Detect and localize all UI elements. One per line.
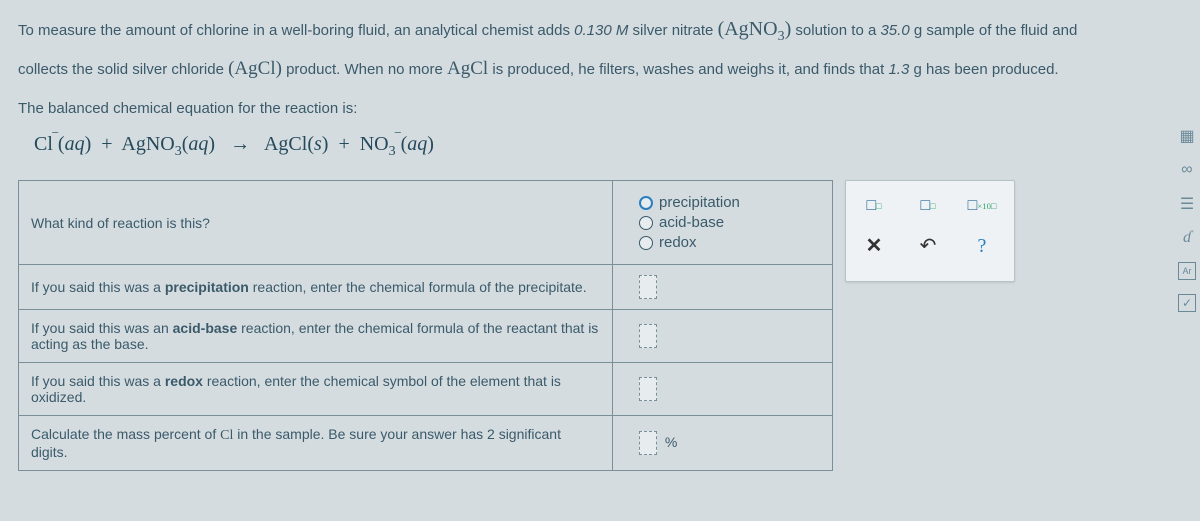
subscript-button[interactable]: □□ bbox=[910, 191, 946, 221]
question-cell: If you said this was a precipitation rea… bbox=[19, 265, 613, 310]
text: To measure the amount of chlorine in a w… bbox=[18, 22, 574, 39]
infinity-icon[interactable]: ∞ bbox=[1177, 160, 1197, 180]
table-row: If you said this was a redox reaction, e… bbox=[19, 363, 833, 416]
symbol-palette: □□ □□ □×10□ ✕ ↶ ? bbox=[845, 180, 1015, 282]
superscript-button[interactable]: □□ bbox=[856, 191, 892, 221]
radio-icon bbox=[639, 196, 653, 210]
table-row: If you said this was a precipitation rea… bbox=[19, 265, 833, 310]
radio-label: acid-base bbox=[659, 214, 724, 231]
answer-cell: precipitation acid-base redox bbox=[613, 181, 833, 265]
answer-cell bbox=[613, 363, 833, 416]
radio-label: precipitation bbox=[659, 194, 740, 211]
formula-input[interactable] bbox=[639, 324, 657, 348]
percent-unit: % bbox=[665, 434, 677, 450]
table-row: If you said this was an acid-base reacti… bbox=[19, 310, 833, 363]
chemical-equation: Cl− (aq) + AgNO3(aq) → AgCl(s) + NO3− (a… bbox=[18, 123, 1182, 178]
table-row: Calculate the mass percent of Cl in the … bbox=[19, 416, 833, 471]
answer-cell bbox=[613, 310, 833, 363]
clear-button[interactable]: ✕ bbox=[856, 231, 892, 261]
agcl-plain: AgCl bbox=[447, 58, 488, 79]
agcl-formula: (AgCl) bbox=[228, 58, 282, 79]
sample-mass: 35.0 bbox=[880, 22, 909, 39]
radio-icon bbox=[639, 236, 653, 250]
table-row: What kind of reaction is this? precipita… bbox=[19, 181, 833, 265]
text: solution to a bbox=[795, 22, 880, 39]
radio-label: redox bbox=[659, 234, 697, 251]
text: silver nitrate bbox=[633, 22, 718, 39]
percent-input[interactable] bbox=[639, 431, 657, 455]
side-toolbar: ▦ ∞ ☰ ɗ Ar ✓ bbox=[1174, 120, 1200, 318]
problem-area: To measure the amount of chlorine in a w… bbox=[0, 0, 1200, 481]
check-icon[interactable]: ✓ bbox=[1178, 294, 1196, 312]
formula-input[interactable] bbox=[639, 377, 657, 401]
question-cell: If you said this was an acid-base reacti… bbox=[19, 310, 613, 363]
agno3-formula: (AgNO3) bbox=[718, 18, 792, 40]
product-mass: 1.3 bbox=[888, 61, 909, 78]
text: has been produced. bbox=[926, 61, 1059, 78]
sci-notation-button[interactable]: □×10□ bbox=[964, 191, 1000, 221]
question-cell: Calculate the mass percent of Cl in the … bbox=[19, 416, 613, 471]
text: sample of the fluid and bbox=[926, 22, 1077, 39]
data-icon[interactable]: ɗ bbox=[1177, 228, 1197, 248]
undo-button[interactable]: ↶ bbox=[910, 231, 946, 261]
molarity-value: 0.130 bbox=[574, 22, 612, 39]
page-icon[interactable]: ▦ bbox=[1177, 126, 1197, 146]
radio-precipitation[interactable]: precipitation bbox=[639, 194, 820, 211]
problem-statement: To measure the amount of chlorine in a w… bbox=[18, 10, 1182, 123]
question-table: What kind of reaction is this? precipita… bbox=[18, 180, 833, 471]
help-button[interactable]: ? bbox=[964, 231, 1000, 261]
formula-input[interactable] bbox=[639, 275, 657, 299]
periodic-icon[interactable]: Ar bbox=[1178, 262, 1196, 280]
text: collects the solid silver chloride bbox=[18, 61, 228, 78]
radio-icon bbox=[639, 216, 653, 230]
answer-cell bbox=[613, 265, 833, 310]
text: is produced, he filters, washes and weig… bbox=[492, 61, 888, 78]
question-cell: What kind of reaction is this? bbox=[19, 181, 613, 265]
mass-unit: g bbox=[913, 61, 921, 78]
radio-redox[interactable]: redox bbox=[639, 234, 820, 251]
list-icon[interactable]: ☰ bbox=[1177, 194, 1197, 214]
molarity-unit: M bbox=[616, 22, 629, 39]
answer-cell: % bbox=[613, 416, 833, 471]
mass-unit: g bbox=[914, 22, 922, 39]
text: The balanced chemical equation for the r… bbox=[18, 100, 357, 117]
question-cell: If you said this was a redox reaction, e… bbox=[19, 363, 613, 416]
text: product. When no more bbox=[286, 61, 447, 78]
radio-acid-base[interactable]: acid-base bbox=[639, 214, 820, 231]
